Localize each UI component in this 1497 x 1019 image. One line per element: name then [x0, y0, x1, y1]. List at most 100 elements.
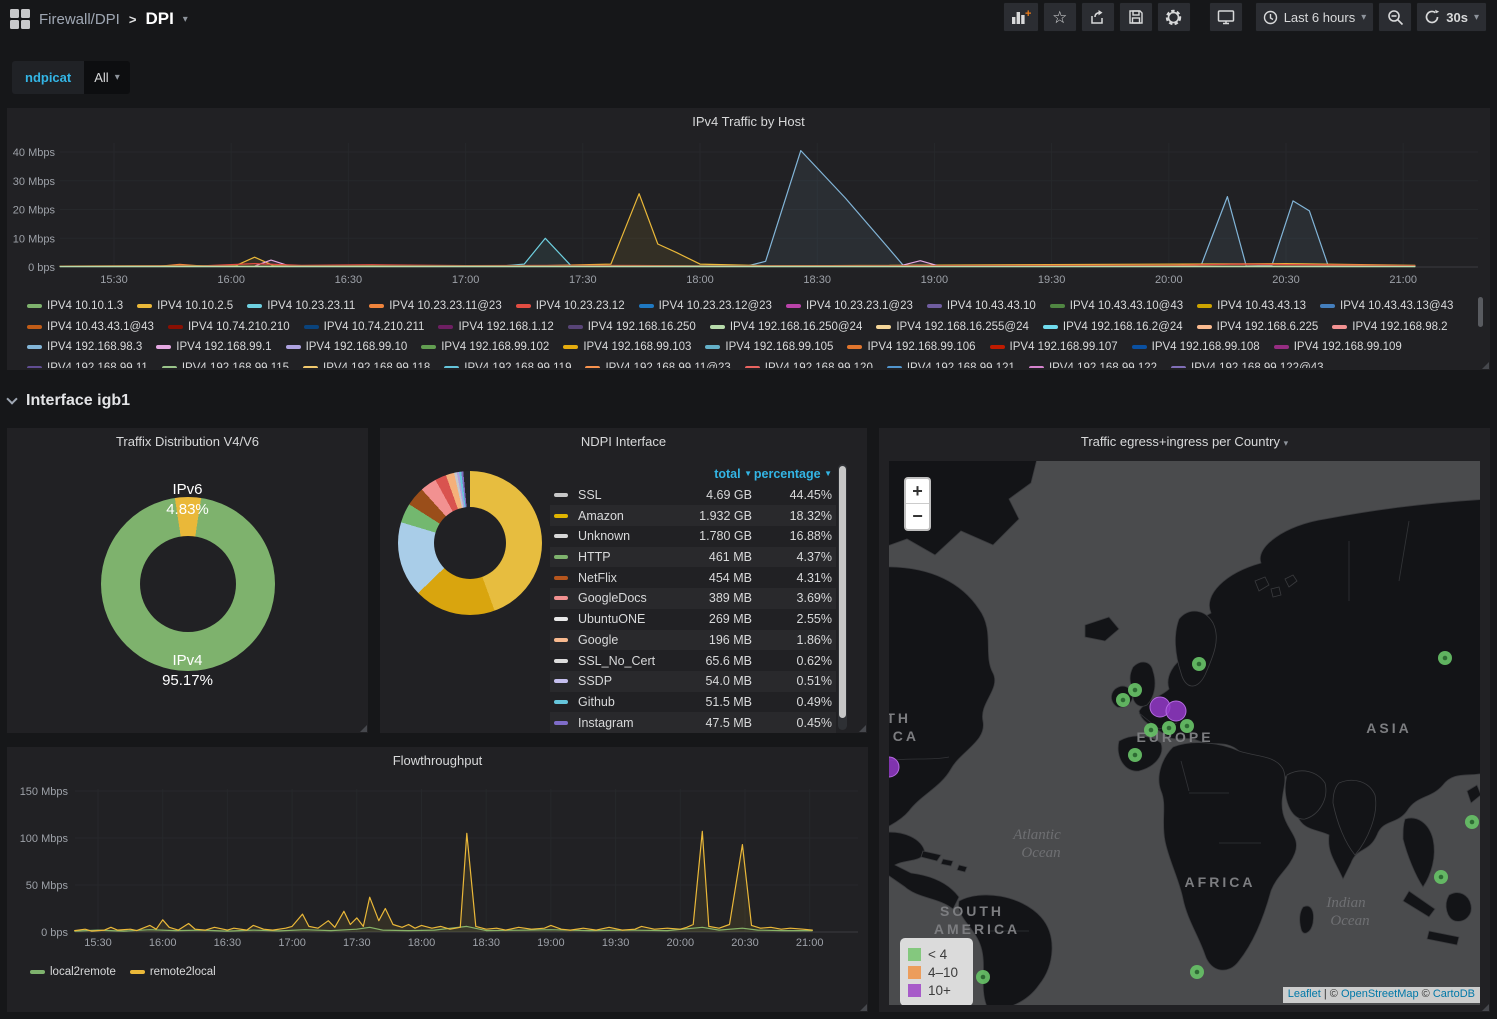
- legend-item[interactable]: IPV4 192.168.99.1: [156, 338, 271, 357]
- legend-item[interactable]: IPV4 192.168.99.107: [990, 338, 1118, 357]
- tv-mode-button[interactable]: [1209, 2, 1243, 32]
- zoom-out-button[interactable]: [1378, 2, 1412, 32]
- legend-item[interactable]: IPV4 192.168.16.250@24: [710, 317, 863, 336]
- legend-item[interactable]: IPV4 10.74.210.211: [304, 317, 425, 336]
- legend-item[interactable]: IPV4 192.168.99.118: [303, 358, 430, 368]
- table-row[interactable]: Amazon1.932 GB18.32%: [550, 505, 836, 526]
- row-header-interface-igb1[interactable]: Interface igb1: [8, 389, 130, 413]
- table-row[interactable]: UbuntuONE269 MB2.55%: [550, 609, 836, 630]
- legend-scrollbar[interactable]: [1478, 297, 1483, 327]
- legend-item[interactable]: IPV4 192.168.99.108: [1132, 338, 1260, 357]
- zoom-in-button[interactable]: +: [906, 479, 929, 504]
- legend-item[interactable]: remote2local: [130, 962, 216, 981]
- column-header-total[interactable]: total ▼: [662, 467, 752, 481]
- legend-item[interactable]: IPV4 192.168.99.103: [563, 338, 691, 357]
- openstreetmap-link[interactable]: OpenStreetMap: [1341, 988, 1419, 1000]
- legend-item[interactable]: IPV4 192.168.16.255@24: [876, 317, 1029, 336]
- percentage-value: 0.49%: [752, 695, 832, 709]
- table-row[interactable]: Google196 MB1.86%: [550, 630, 836, 651]
- table-scrollbar-track[interactable]: [838, 464, 847, 730]
- protocol-name: Unknown: [578, 529, 662, 543]
- dashboards-grid-icon[interactable]: [10, 9, 30, 29]
- table-row[interactable]: Github51.5 MB0.49%: [550, 692, 836, 713]
- legend-item[interactable]: IPV4 192.168.99.10: [286, 338, 408, 357]
- table-row[interactable]: GoogleDocs389 MB3.69%: [550, 588, 836, 609]
- series-label: IPV4 10.23.23.12@23: [659, 300, 772, 312]
- panel-title[interactable]: Traffic egress+ingress per Country ▾: [879, 434, 1490, 449]
- table-row[interactable]: Instagram47.5 MB0.45%: [550, 712, 836, 733]
- legend-item[interactable]: IPV4 192.168.98.2: [1332, 317, 1447, 336]
- refresh-button[interactable]: 30s ▾: [1416, 2, 1487, 32]
- breadcrumb-folder[interactable]: Firewall/DPI: [39, 11, 120, 28]
- legend-item[interactable]: IPV4 10.23.23.11: [247, 296, 355, 315]
- chevron-down-icon[interactable]: ▾: [183, 14, 188, 25]
- table-row[interactable]: Unknown1.780 GB16.88%: [550, 526, 836, 547]
- table-scrollbar-thumb[interactable]: [839, 466, 846, 718]
- column-header-percentage[interactable]: percentage ▼: [752, 467, 832, 481]
- legend-item[interactable]: IPV4 192.168.1.12: [438, 317, 553, 336]
- legend-item[interactable]: IPV4 192.168.99.115: [162, 358, 289, 368]
- legend-item[interactable]: IPV4 10.43.43.13: [1197, 296, 1306, 315]
- legend-item[interactable]: IPV4 192.168.99.122@43: [1171, 358, 1324, 368]
- panel-resize-handle[interactable]: [1482, 1004, 1489, 1011]
- legend-item[interactable]: IPV4 192.168.99.106: [847, 338, 975, 357]
- series-label: IPV4 192.168.99.10: [306, 341, 408, 353]
- legend-item[interactable]: IPV4 10.10.1.3: [27, 296, 123, 315]
- legend-item[interactable]: IPV4 192.168.99.11@23: [585, 358, 730, 368]
- panel-title[interactable]: NDPI Interface: [380, 434, 867, 449]
- legend-item[interactable]: IPV4 10.23.23.12@23: [639, 296, 772, 315]
- legend-item[interactable]: IPV4 192.168.99.120: [745, 358, 873, 368]
- time-range-picker[interactable]: Last 6 hours ▾: [1255, 2, 1375, 32]
- flowthroughput-chart[interactable]: 15:3016:0016:3017:0017:3018:0018:3019:00…: [7, 747, 868, 955]
- legend-item[interactable]: IPV4 10.23.23.1@23: [786, 296, 913, 315]
- legend-item[interactable]: IPV4 192.168.99.102: [421, 338, 549, 357]
- total-value: 1.780 GB: [662, 529, 752, 543]
- legend-item[interactable]: IPV4 10.10.2.5: [137, 296, 233, 315]
- legend-item[interactable]: IPV4 192.168.99.121: [887, 358, 1015, 368]
- zoom-out-button[interactable]: −: [906, 504, 929, 529]
- cartodb-link[interactable]: CartoDB: [1433, 988, 1475, 1000]
- table-row[interactable]: SSL4.69 GB44.45%: [550, 485, 836, 506]
- protocol-name: Instagram: [578, 716, 662, 730]
- legend-item[interactable]: IPV4 10.43.43.13@43: [1320, 296, 1453, 315]
- legend-item[interactable]: IPV4 192.168.99.11: [27, 358, 148, 368]
- panel-resize-handle[interactable]: [859, 725, 866, 732]
- star-button[interactable]: ☆: [1043, 2, 1077, 32]
- legend-item[interactable]: IPV4 10.43.43.10: [927, 296, 1036, 315]
- legend-item[interactable]: IPV4 10.23.23.11@23: [369, 296, 502, 315]
- leaflet-link[interactable]: Leaflet: [1288, 988, 1321, 1000]
- legend-item[interactable]: IPV4 192.168.99.119: [444, 358, 571, 368]
- ipv6-percentage: 4.83%: [7, 501, 368, 518]
- dashboard-title[interactable]: DPI: [145, 9, 173, 29]
- panel-resize-handle[interactable]: [360, 725, 367, 732]
- panel-title[interactable]: Traffix Distribution V4/V6: [7, 434, 368, 449]
- world-map[interactable]: EUROPEASIAAFRICASOUTHAMERICANORTHAMERICA…: [889, 461, 1480, 1005]
- legend-item[interactable]: IPV4 10.74.210.210: [168, 317, 290, 336]
- legend-item[interactable]: IPV4 192.168.98.3: [27, 338, 142, 357]
- panel-resize-handle[interactable]: [1482, 362, 1489, 369]
- legend-item[interactable]: IPV4 10.43.43.1@43: [27, 317, 154, 336]
- total-value: 269 MB: [662, 612, 752, 626]
- legend-item[interactable]: IPV4 192.168.99.109: [1274, 338, 1402, 357]
- legend-item[interactable]: IPV4 192.168.6.225: [1197, 317, 1319, 336]
- table-row[interactable]: SSDP54.0 MB0.51%: [550, 671, 836, 692]
- table-row[interactable]: SSL_No_Cert65.6 MB0.62%: [550, 650, 836, 671]
- legend-item[interactable]: IPV4 192.168.16.2@24: [1043, 317, 1183, 336]
- legend-item[interactable]: local2remote: [30, 962, 116, 981]
- ipv4-traffic-chart[interactable]: 15:3016:0016:3017:0017:3018:0018:3019:00…: [7, 108, 1490, 292]
- template-variable-ndpicat[interactable]: ndpicat All▾: [12, 61, 130, 94]
- share-button[interactable]: [1081, 2, 1115, 32]
- add-panel-button[interactable]: +: [1003, 2, 1039, 32]
- legend-item[interactable]: IPV4 10.43.43.10@43: [1050, 296, 1183, 315]
- legend-item[interactable]: IPV4 192.168.99.105: [705, 338, 833, 357]
- legend-item[interactable]: IPV4 192.168.16.250: [568, 317, 696, 336]
- settings-button[interactable]: [1157, 2, 1191, 32]
- panel-title[interactable]: Flowthroughput: [7, 753, 868, 768]
- legend-item[interactable]: IPV4 10.23.23.12: [516, 296, 625, 315]
- panel-resize-handle[interactable]: [860, 1004, 867, 1011]
- table-row[interactable]: HTTP461 MB4.37%: [550, 547, 836, 568]
- save-button[interactable]: [1119, 2, 1153, 32]
- panel-title[interactable]: IPv4 Traffic by Host: [7, 114, 1490, 129]
- legend-item[interactable]: IPV4 192.168.99.122: [1029, 358, 1157, 368]
- table-row[interactable]: NetFlix454 MB4.31%: [550, 567, 836, 588]
